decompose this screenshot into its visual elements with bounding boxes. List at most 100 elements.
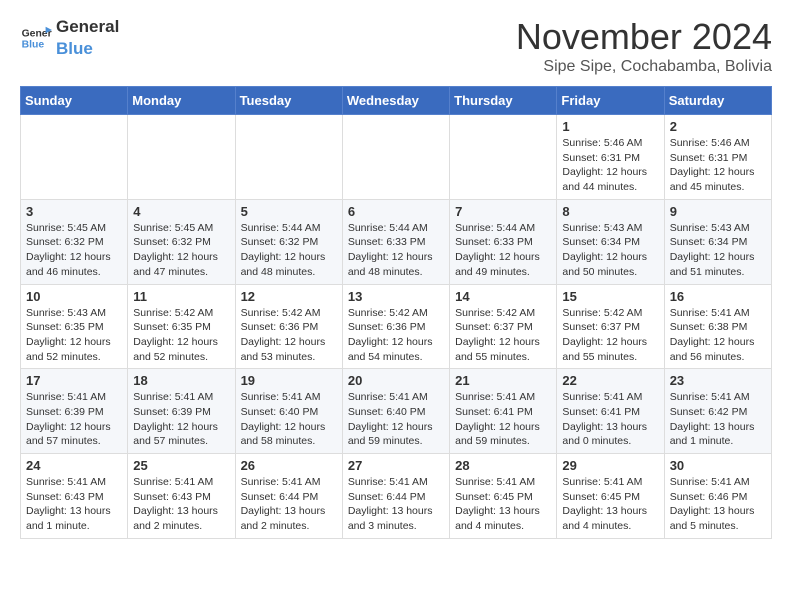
day-info: Sunrise: 5:41 AM Sunset: 6:42 PM Dayligh… xyxy=(670,390,766,449)
calendar-cell: 12Sunrise: 5:42 AM Sunset: 6:36 PM Dayli… xyxy=(235,284,342,369)
calendar-cell: 16 Sunrise: 5:41 AM Sunset: 6:38 PM Dayli… xyxy=(664,284,771,369)
day-number: 1 xyxy=(562,119,658,134)
day-number: 29 xyxy=(562,458,658,473)
day-number: 22 xyxy=(562,373,658,388)
calendar-week-1: 3 Sunrise: 5:45 AM Sunset: 6:32 PM Daylig… xyxy=(21,199,772,284)
day-number: 28 xyxy=(455,458,551,473)
calendar-cell xyxy=(128,115,235,200)
day-number: 23 xyxy=(670,373,766,388)
calendar-cell: 20 Sunrise: 5:41 AM Sunset: 6:40 PM Dayli… xyxy=(342,369,449,454)
day-info: Sunrise: 5:41 AM Sunset: 6:40 PM Dayligh… xyxy=(348,390,444,449)
location-subtitle: Sipe Sipe, Cochabamba, Bolivia xyxy=(516,58,772,76)
header: General Blue General Blue November 2024 … xyxy=(20,16,772,76)
calendar-body: 1 Sunrise: 5:46 AM Sunset: 6:31 PM Daylig… xyxy=(21,115,772,539)
calendar-table: Sunday Monday Tuesday Wednesday Thursday… xyxy=(20,86,772,539)
day-info: Sunrise: 5:42 AM Sunset: 6:37 PM Dayligh… xyxy=(562,306,658,365)
day-info: Sunrise: 5:41 AM Sunset: 6:44 PM Dayligh… xyxy=(241,475,337,534)
day-number: 10 xyxy=(26,289,122,304)
calendar-cell: 5Sunrise: 5:44 AM Sunset: 6:32 PM Daylig… xyxy=(235,199,342,284)
calendar-week-3: 17 Sunrise: 5:41 AM Sunset: 6:39 PM Dayli… xyxy=(21,369,772,454)
svg-text:Blue: Blue xyxy=(22,40,45,51)
calendar-cell: 21 Sunrise: 5:41 AM Sunset: 6:41 PM Dayli… xyxy=(450,369,557,454)
calendar-cell: 26 Sunrise: 5:41 AM Sunset: 6:44 PM Dayli… xyxy=(235,454,342,539)
day-info: Sunrise: 5:42 AM Sunset: 6:36 PM Dayligh… xyxy=(348,306,444,365)
day-number: 9 xyxy=(670,204,766,219)
day-number: 18 xyxy=(133,373,229,388)
calendar-cell: 13 Sunrise: 5:42 AM Sunset: 6:36 PM Dayli… xyxy=(342,284,449,369)
day-info: Sunrise: 5:41 AM Sunset: 6:41 PM Dayligh… xyxy=(562,390,658,449)
day-info: Sunrise: 5:42 AM Sunset: 6:37 PM Dayligh… xyxy=(455,306,551,365)
day-info: Sunrise: 5:41 AM Sunset: 6:38 PM Dayligh… xyxy=(670,306,766,365)
calendar-cell: 25 Sunrise: 5:41 AM Sunset: 6:43 PM Dayli… xyxy=(128,454,235,539)
logo-icon: General Blue xyxy=(20,22,52,54)
calendar-cell: 7 Sunrise: 5:44 AM Sunset: 6:33 PM Daylig… xyxy=(450,199,557,284)
col-saturday: Saturday xyxy=(664,87,771,115)
day-info: Sunrise: 5:44 AM Sunset: 6:33 PM Dayligh… xyxy=(348,221,444,280)
calendar-header: Sunday Monday Tuesday Wednesday Thursday… xyxy=(21,87,772,115)
day-number: 19 xyxy=(241,373,337,388)
day-info: Sunrise: 5:41 AM Sunset: 6:41 PM Dayligh… xyxy=(455,390,551,449)
header-row: Sunday Monday Tuesday Wednesday Thursday… xyxy=(21,87,772,115)
day-number: 14 xyxy=(455,289,551,304)
day-info: Sunrise: 5:41 AM Sunset: 6:43 PM Dayligh… xyxy=(26,475,122,534)
day-info: Sunrise: 5:42 AM Sunset: 6:35 PM Dayligh… xyxy=(133,306,229,365)
page-container: General Blue General Blue November 2024 … xyxy=(0,0,792,555)
day-info: Sunrise: 5:43 AM Sunset: 6:34 PM Dayligh… xyxy=(670,221,766,280)
col-thursday: Thursday xyxy=(450,87,557,115)
day-info: Sunrise: 5:41 AM Sunset: 6:43 PM Dayligh… xyxy=(133,475,229,534)
calendar-week-4: 24 Sunrise: 5:41 AM Sunset: 6:43 PM Dayli… xyxy=(21,454,772,539)
day-number: 7 xyxy=(455,204,551,219)
day-number: 20 xyxy=(348,373,444,388)
day-number: 4 xyxy=(133,204,229,219)
day-number: 15 xyxy=(562,289,658,304)
logo: General Blue General Blue xyxy=(20,16,119,60)
day-number: 8 xyxy=(562,204,658,219)
day-number: 16 xyxy=(670,289,766,304)
calendar-cell: 8 Sunrise: 5:43 AM Sunset: 6:34 PM Daylig… xyxy=(557,199,664,284)
calendar-cell: 3 Sunrise: 5:45 AM Sunset: 6:32 PM Daylig… xyxy=(21,199,128,284)
calendar-cell: 28 Sunrise: 5:41 AM Sunset: 6:45 PM Dayli… xyxy=(450,454,557,539)
day-info: Sunrise: 5:41 AM Sunset: 6:45 PM Dayligh… xyxy=(562,475,658,534)
calendar-cell xyxy=(235,115,342,200)
day-number: 25 xyxy=(133,458,229,473)
calendar-cell: 18 Sunrise: 5:41 AM Sunset: 6:39 PM Dayli… xyxy=(128,369,235,454)
day-number: 11 xyxy=(133,289,229,304)
day-info: Sunrise: 5:46 AM Sunset: 6:31 PM Dayligh… xyxy=(562,136,658,195)
calendar-cell: 2Sunrise: 5:46 AM Sunset: 6:31 PM Daylig… xyxy=(664,115,771,200)
day-info: Sunrise: 5:41 AM Sunset: 6:46 PM Dayligh… xyxy=(670,475,766,534)
day-number: 6 xyxy=(348,204,444,219)
calendar-cell: 1 Sunrise: 5:46 AM Sunset: 6:31 PM Daylig… xyxy=(557,115,664,200)
logo-general: General xyxy=(56,16,119,38)
day-number: 30 xyxy=(670,458,766,473)
title-block: November 2024 Sipe Sipe, Cochabamba, Bol… xyxy=(516,16,772,76)
day-number: 13 xyxy=(348,289,444,304)
day-info: Sunrise: 5:45 AM Sunset: 6:32 PM Dayligh… xyxy=(26,221,122,280)
calendar-cell: 11 Sunrise: 5:42 AM Sunset: 6:35 PM Dayli… xyxy=(128,284,235,369)
day-number: 5 xyxy=(241,204,337,219)
day-info: Sunrise: 5:41 AM Sunset: 6:40 PM Dayligh… xyxy=(241,390,337,449)
day-number: 24 xyxy=(26,458,122,473)
day-number: 21 xyxy=(455,373,551,388)
col-tuesday: Tuesday xyxy=(235,87,342,115)
day-info: Sunrise: 5:46 AM Sunset: 6:31 PM Dayligh… xyxy=(670,136,766,195)
day-info: Sunrise: 5:44 AM Sunset: 6:33 PM Dayligh… xyxy=(455,221,551,280)
calendar-cell: 30 Sunrise: 5:41 AM Sunset: 6:46 PM Dayli… xyxy=(664,454,771,539)
calendar-week-2: 10Sunrise: 5:43 AM Sunset: 6:35 PM Dayli… xyxy=(21,284,772,369)
day-number: 17 xyxy=(26,373,122,388)
day-number: 26 xyxy=(241,458,337,473)
day-number: 3 xyxy=(26,204,122,219)
calendar-cell xyxy=(450,115,557,200)
calendar-cell: 6 Sunrise: 5:44 AM Sunset: 6:33 PM Daylig… xyxy=(342,199,449,284)
calendar-cell: 14 Sunrise: 5:42 AM Sunset: 6:37 PM Dayli… xyxy=(450,284,557,369)
calendar-cell: 22 Sunrise: 5:41 AM Sunset: 6:41 PM Dayli… xyxy=(557,369,664,454)
calendar-cell: 15 Sunrise: 5:42 AM Sunset: 6:37 PM Dayli… xyxy=(557,284,664,369)
day-info: Sunrise: 5:41 AM Sunset: 6:39 PM Dayligh… xyxy=(133,390,229,449)
day-info: Sunrise: 5:41 AM Sunset: 6:45 PM Dayligh… xyxy=(455,475,551,534)
day-info: Sunrise: 5:45 AM Sunset: 6:32 PM Dayligh… xyxy=(133,221,229,280)
calendar-cell: 4 Sunrise: 5:45 AM Sunset: 6:32 PM Daylig… xyxy=(128,199,235,284)
calendar-cell xyxy=(342,115,449,200)
calendar-cell: 9 Sunrise: 5:43 AM Sunset: 6:34 PM Daylig… xyxy=(664,199,771,284)
col-sunday: Sunday xyxy=(21,87,128,115)
day-info: Sunrise: 5:42 AM Sunset: 6:36 PM Dayligh… xyxy=(241,306,337,365)
day-info: Sunrise: 5:43 AM Sunset: 6:34 PM Dayligh… xyxy=(562,221,658,280)
